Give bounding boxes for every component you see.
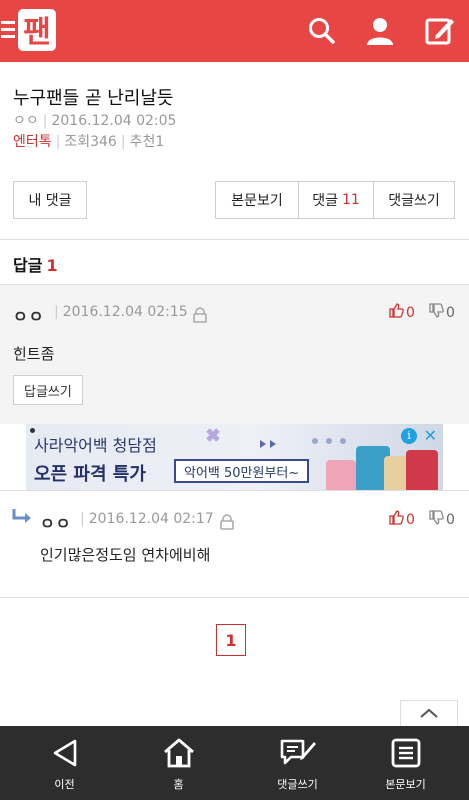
replies-label: 답글 <box>13 256 43 275</box>
ad-info-icon[interactable]: i <box>401 428 417 444</box>
view-body-button[interactable]: 본문보기 <box>215 181 299 219</box>
ad-banner[interactable]: 사라악어백 청담점 오픈 파격 특가 악어백 50만원부터~ i ✕ <box>26 424 443 490</box>
reply-item: ㅇㅇ | 2016.12.04 02:15 0 0 힌트좀 답글쓰기 <box>0 284 469 424</box>
thumbs-up-icon <box>389 303 404 322</box>
divider <box>0 239 469 240</box>
document-icon <box>390 736 422 770</box>
chevron-up-icon <box>419 704 439 723</box>
ad-close-icon[interactable]: ✕ <box>424 426 437 445</box>
ad-pill: 악어백 50만원부터~ <box>174 459 310 483</box>
ad-dots <box>312 438 346 444</box>
post-title: 누구팬들 곧 난리날듯 <box>13 88 174 109</box>
nav-label: 본문보기 <box>385 778 426 791</box>
post-meta: ㅇㅇ | 2016.12.04 02:05 <box>13 110 176 130</box>
downvote-count: 0 <box>446 304 455 321</box>
reply-datetime: 2016.12.04 02:17 <box>88 511 214 527</box>
lock-icon[interactable] <box>220 514 234 534</box>
replies-count: 1 <box>46 256 58 275</box>
my-comments-button[interactable]: 내 댓글 <box>13 181 87 219</box>
bottom-nav: 이전 홈 댓글쓰기 본문보기 <box>0 726 469 800</box>
comments-count: 11 <box>341 192 360 208</box>
post-views: 조회346 <box>64 134 117 150</box>
ad-marker <box>30 428 35 433</box>
edit-icon[interactable] <box>421 12 459 50</box>
ad-bag-image <box>326 460 356 490</box>
thumbs-down-icon <box>429 303 444 322</box>
reply-text: 인기많은정도임 연차에비해 <box>40 546 211 564</box>
reply-meta: | 2016.12.04 02:17 <box>76 511 214 527</box>
reply-author: ㅇㅇ <box>13 307 45 326</box>
nav-view-body-button[interactable]: 본문보기 <box>347 726 464 800</box>
divider: | <box>55 134 61 150</box>
divider <box>0 597 469 598</box>
upvote-button[interactable]: 0 <box>389 303 415 322</box>
lock-icon[interactable] <box>193 307 207 327</box>
comments-label: 댓글 <box>312 193 338 209</box>
menu-icon[interactable] <box>0 18 16 44</box>
divider: | <box>120 134 126 150</box>
top-bar: 팬 <box>0 0 469 62</box>
ad-bag-image <box>406 450 438 490</box>
ad-line1: 사라악어백 청담점 <box>34 436 157 455</box>
upvote-count: 0 <box>406 304 415 321</box>
reply-meta: | 2016.12.04 02:15 <box>50 304 188 320</box>
post-recommend: 추천1 <box>129 134 165 150</box>
logo[interactable]: 팬 <box>17 8 57 52</box>
downvote-button[interactable]: 0 <box>429 510 455 529</box>
divider <box>0 490 469 491</box>
reply-text: 힌트좀 <box>13 345 55 363</box>
ad-line2: 오픈 파격 특가 <box>34 464 146 485</box>
reply-author: ㅇㅇ <box>40 514 72 533</box>
post-stats: 엔터톡 | 조회346 | 추천1 <box>13 131 164 151</box>
nav-write-comment-button[interactable]: 댓글쓰기 <box>239 726 356 800</box>
replies-heading: 답글 1 <box>13 252 58 276</box>
comment-write-icon <box>279 736 317 770</box>
divider: | <box>42 113 48 129</box>
nav-back-button[interactable]: 이전 <box>6 726 123 800</box>
post-datetime: 2016.12.04 02:05 <box>51 113 177 129</box>
divider: | <box>54 304 59 320</box>
comments-button[interactable]: 댓글 11 <box>298 181 374 219</box>
reply-datetime: 2016.12.04 02:15 <box>62 304 188 320</box>
nav-label: 홈 <box>173 778 184 791</box>
nav-label: 이전 <box>54 778 75 791</box>
nav-label: 댓글쓰기 <box>277 778 318 791</box>
ad-decoration <box>206 428 276 448</box>
scroll-top-button[interactable] <box>400 700 458 726</box>
upvote-button[interactable]: 0 <box>389 510 415 529</box>
thumbs-down-icon <box>429 510 444 529</box>
write-comment-button[interactable]: 댓글쓰기 <box>373 181 455 219</box>
thumbs-up-icon <box>389 510 404 529</box>
post-category[interactable]: 엔터톡 <box>13 134 52 150</box>
nested-reply-arrow-icon <box>12 508 34 530</box>
downvote-count: 0 <box>446 511 455 528</box>
user-icon[interactable] <box>361 12 399 50</box>
downvote-button[interactable]: 0 <box>429 303 455 322</box>
post-author: ㅇㅇ <box>13 113 39 129</box>
write-reply-button[interactable]: 답글쓰기 <box>13 375 83 405</box>
svg-text:팬: 팬 <box>23 15 51 50</box>
page-number-current[interactable]: 1 <box>216 624 246 656</box>
back-icon <box>51 736 79 770</box>
home-icon <box>162 736 196 770</box>
upvote-count: 0 <box>406 511 415 528</box>
divider: | <box>80 511 85 527</box>
search-icon[interactable] <box>303 12 341 50</box>
nav-home-button[interactable]: 홈 <box>120 726 237 800</box>
